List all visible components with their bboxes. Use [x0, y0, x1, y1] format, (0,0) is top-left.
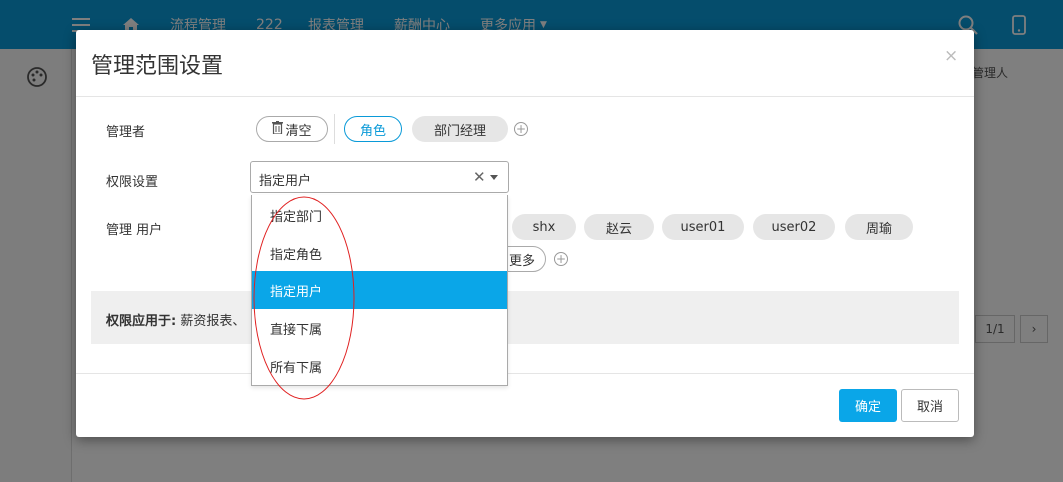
user-tag[interactable]: 周瑜: [845, 214, 913, 240]
applies-to-label: 权限应用于:: [106, 314, 177, 329]
chevron-down-icon[interactable]: [490, 175, 498, 180]
permission-select[interactable]: 指定用户 ✕: [250, 161, 509, 193]
add-user-icon[interactable]: +: [554, 252, 568, 266]
user-tag[interactable]: user02: [753, 214, 835, 240]
user-tag[interactable]: user01: [662, 214, 744, 240]
add-manager-icon[interactable]: +: [514, 122, 528, 136]
applies-to-text: 权限应用于: 薪资报表、: [106, 310, 245, 329]
user-tag[interactable]: shx: [512, 214, 576, 240]
manager-label: 管理者: [106, 125, 146, 140]
manager-tag-dept-manager[interactable]: 部门经理: [412, 116, 508, 142]
close-icon[interactable]: ×: [944, 46, 958, 66]
modal-title: 管理范围设置: [91, 54, 224, 79]
cancel-button[interactable]: 取消: [901, 389, 959, 422]
permission-label: 权限设置: [106, 175, 159, 190]
trash-icon: [272, 120, 284, 138]
applies-to-value: 薪资报表、: [180, 314, 246, 329]
manager-tag-role[interactable]: 角色: [344, 116, 402, 142]
permission-select-value: 指定用户: [259, 174, 312, 189]
modal-header: 管理范围设置 ×: [76, 30, 974, 97]
footer-divider: [76, 373, 974, 374]
users-label: 管理 用户: [106, 223, 163, 238]
user-tag[interactable]: 赵云: [584, 214, 654, 240]
scope-settings-modal: 管理范围设置 × 管理者 清空 角色 部门经理 + 权限设置 指定用户 ✕ 管理…: [76, 30, 974, 437]
applies-to-panel: 权限应用于: 薪资报表、: [91, 291, 959, 344]
annotation-ellipse: [253, 196, 355, 400]
clear-label: 清空: [285, 123, 312, 139]
divider: [334, 114, 335, 144]
confirm-button[interactable]: 确定: [839, 389, 897, 422]
clear-selection-icon[interactable]: ✕: [473, 168, 486, 186]
clear-button[interactable]: 清空: [256, 116, 328, 142]
